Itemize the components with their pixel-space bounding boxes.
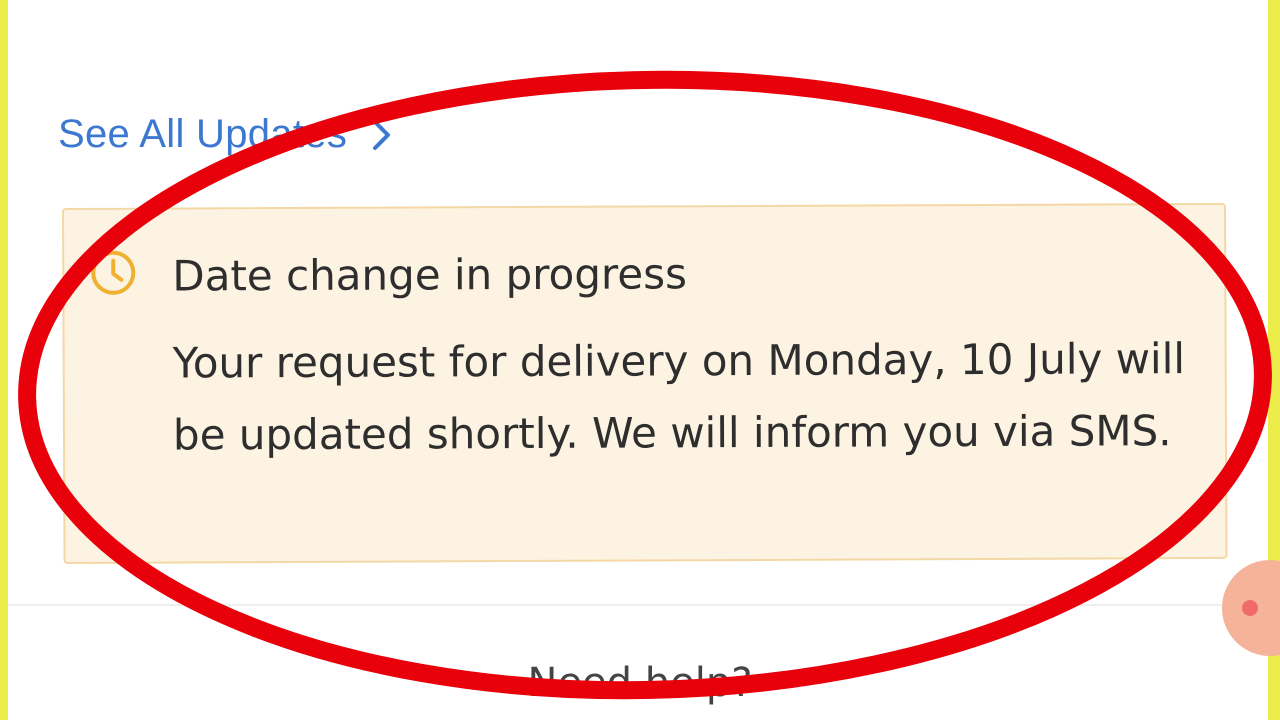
- clock-icon: [88, 248, 138, 303]
- notice-title: Date change in progress: [172, 249, 688, 301]
- need-help-link[interactable]: Need help?: [0, 660, 1280, 706]
- see-all-updates-link[interactable]: See All Updates: [58, 112, 393, 157]
- section-divider: [8, 604, 1268, 606]
- order-details-screen: See All Updates Date change in progress …: [8, 0, 1268, 720]
- date-change-notice: Date change in progress Your request for…: [62, 202, 1228, 564]
- chevron-right-icon: [371, 118, 393, 152]
- notice-message: Your request for delivery on Monday, 10 …: [172, 334, 1186, 460]
- see-all-updates-label: See All Updates: [58, 112, 348, 156]
- notification-dot: [1242, 600, 1258, 616]
